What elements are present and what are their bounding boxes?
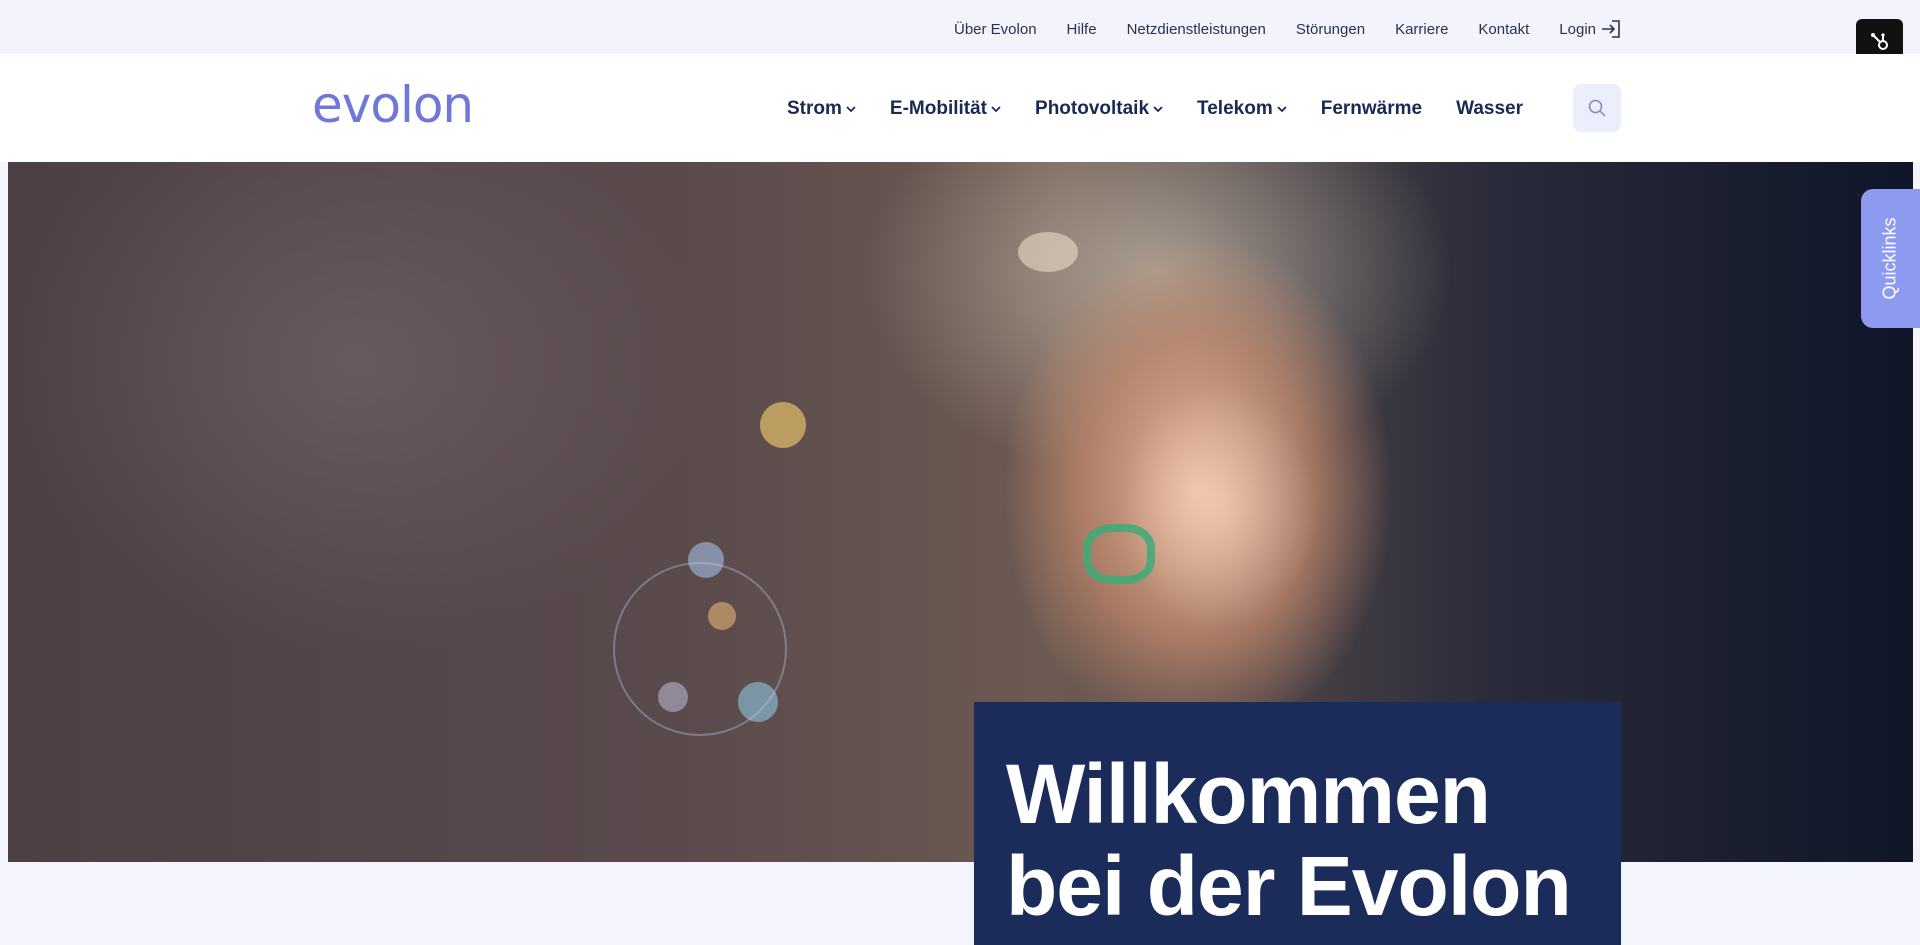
main-header: evolon Strom E-Mobilität Photovoltaik Te… <box>0 54 1920 162</box>
chevron-down-icon <box>1277 106 1287 113</box>
utility-link-ueber-evolon[interactable]: Über Evolon <box>954 21 1037 38</box>
hero-image <box>8 162 1913 862</box>
nav-label-fernwaerme: Fernwärme <box>1320 98 1423 119</box>
quicklinks-label: Quicklinks <box>1880 217 1900 300</box>
nav-label-strom: Strom <box>787 98 842 119</box>
hubspot-icon <box>1870 33 1888 50</box>
nav-label-telekom: Telekom <box>1197 98 1273 119</box>
nav-item-fernwaerme[interactable]: Fernwärme <box>1321 98 1422 120</box>
utility-link-hilfe[interactable]: Hilfe <box>1067 21 1097 38</box>
utility-link-karriere[interactable]: Karriere <box>1395 21 1448 38</box>
evolon-logo[interactable]: evolon <box>312 76 474 134</box>
nav-item-e-mobilitaet[interactable]: E-Mobilität <box>890 98 1001 120</box>
login-link[interactable]: Login <box>1559 18 1622 40</box>
welcome-box: Willkommen bei der Evolon <box>974 702 1621 945</box>
main-nav: Strom E-Mobilität Photovoltaik Telekom F… <box>787 98 1557 120</box>
welcome-heading-line1: Willkommen <box>1006 747 1491 841</box>
nav-label-photovoltaik: Photovoltaik <box>1035 98 1150 119</box>
nav-label-e-mobilitaet: E-Mobilität <box>889 98 988 119</box>
login-icon <box>1602 20 1620 38</box>
chevron-down-icon <box>846 106 856 113</box>
welcome-heading-line2: bei der Evolon <box>1006 839 1572 933</box>
utility-link-netzdienstleistungen[interactable]: Netzdienstleistungen <box>1127 21 1266 38</box>
utility-nav: Über Evolon Hilfe Netzdienstleistungen S… <box>924 18 1622 40</box>
login-label: Login <box>1559 20 1596 38</box>
utility-link-kontakt[interactable]: Kontakt <box>1478 21 1529 38</box>
nav-item-photovoltaik[interactable]: Photovoltaik <box>1035 98 1163 120</box>
welcome-heading: Willkommen bei der Evolon <box>1006 747 1572 933</box>
chevron-down-icon <box>991 106 1001 113</box>
search-icon <box>1588 99 1606 117</box>
nav-label-wasser: Wasser <box>1456 98 1523 119</box>
search-button[interactable] <box>1573 84 1621 132</box>
bubble-bokeh <box>760 402 806 448</box>
nav-item-strom[interactable]: Strom <box>787 98 856 120</box>
nav-item-wasser[interactable]: Wasser <box>1456 98 1523 120</box>
face-highlight <box>1118 382 1318 632</box>
quicklinks-tab[interactable]: Quicklinks <box>1861 189 1920 328</box>
utility-link-stoerungen[interactable]: Störungen <box>1296 21 1365 38</box>
bubble-wand <box>1083 524 1155 584</box>
soap-bubble <box>613 562 787 736</box>
nav-item-telekom[interactable]: Telekom <box>1197 98 1287 120</box>
top-utility-bar: Über Evolon Hilfe Netzdienstleistungen S… <box>0 0 1920 54</box>
bubble-bokeh <box>1018 232 1078 272</box>
chevron-down-icon <box>1153 106 1163 113</box>
